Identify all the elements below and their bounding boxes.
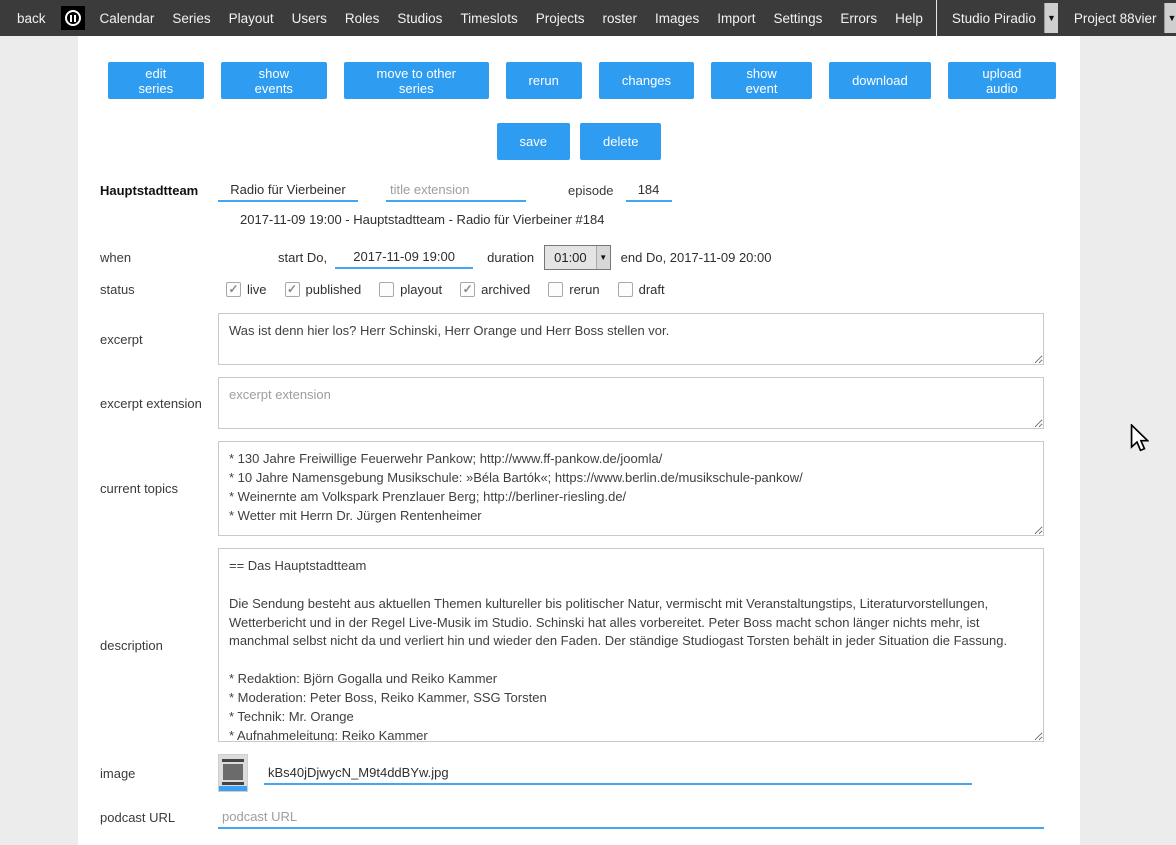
toolbar-row-save: save delete: [78, 123, 1080, 160]
checkbox-published[interactable]: ✓ published: [285, 282, 362, 297]
podcast-url-row: podcast URL: [78, 806, 1080, 829]
nav-timeslots[interactable]: Timeslots: [451, 11, 526, 26]
duration-label: duration: [487, 250, 534, 265]
save-button[interactable]: save: [497, 123, 570, 160]
current-topics-label: current topics: [78, 481, 218, 496]
excerpt-extension-label: excerpt extension: [78, 396, 218, 411]
download-button[interactable]: download: [829, 62, 931, 99]
episode-label: episode: [568, 183, 614, 198]
rerun-button[interactable]: rerun: [506, 62, 582, 99]
episode-summary-text: 2017-11-09 19:00 - Hauptstadtteam - Radi…: [240, 212, 604, 227]
end-datetime-text: end Do, 2017-11-09 20:00: [621, 250, 772, 265]
changes-button[interactable]: changes: [599, 62, 694, 99]
nav-calendar[interactable]: Calendar: [91, 11, 164, 26]
when-row: when start Do, duration 01:00 ▼ end Do, …: [78, 245, 1080, 270]
excerpt-textarea[interactable]: Was ist denn hier los? Herr Schinski, He…: [218, 313, 1044, 365]
checkbox-archived[interactable]: ✓ archived: [460, 282, 530, 297]
chevron-down-icon: ▼: [596, 246, 610, 269]
status-label: status: [78, 282, 218, 297]
show-events-button[interactable]: show events: [221, 62, 327, 99]
nav-studios[interactable]: Studios: [388, 11, 451, 26]
nav-settings[interactable]: Settings: [765, 11, 832, 26]
toolbar-row-main: edit series show events move to other se…: [108, 62, 1056, 99]
project-select[interactable]: Project 88vier ▼: [1068, 3, 1176, 33]
description-textarea[interactable]: == Das Hauptstadtteam Die Sendung besteh…: [218, 548, 1044, 742]
checkbox-icon: ✓: [460, 282, 475, 297]
podcast-url-input[interactable]: [218, 806, 1044, 829]
top-navbar: back Calendar Series Playout Users Roles…: [0, 0, 1176, 36]
show-event-button[interactable]: show event: [711, 62, 812, 99]
episode-input[interactable]: [626, 179, 672, 202]
checkbox-icon: ✓: [285, 282, 300, 297]
episode-editor-panel: edit series show events move to other se…: [78, 36, 1080, 845]
edit-series-button[interactable]: edit series: [108, 62, 204, 99]
current-topics-row: current topics * 130 Jahre Freiwillige F…: [78, 441, 1080, 536]
nav-playout[interactable]: Playout: [220, 11, 283, 26]
title-row: Hauptstadtteam episode: [78, 179, 1080, 202]
current-topics-textarea[interactable]: * 130 Jahre Freiwillige Feuerwehr Pankow…: [218, 441, 1044, 536]
nav-roles[interactable]: Roles: [336, 11, 389, 26]
image-row: image: [78, 754, 1080, 792]
series-name-label: Hauptstadtteam: [78, 183, 218, 198]
nav-series[interactable]: Series: [163, 11, 219, 26]
checkbox-icon: ✓: [226, 282, 241, 297]
description-label: description: [78, 638, 218, 653]
summary-row: 2017-11-09 19:00 - Hauptstadtteam - Radi…: [78, 212, 1080, 227]
start-datetime-input[interactable]: [335, 246, 473, 269]
nav-import[interactable]: Import: [708, 11, 764, 26]
checkbox-draft[interactable]: ✓ draft: [618, 282, 665, 297]
start-day-label: start Do,: [278, 250, 327, 265]
when-label: when: [78, 250, 218, 265]
checkbox-rerun[interactable]: ✓ rerun: [548, 282, 599, 297]
checkbox-live[interactable]: ✓ live: [226, 282, 267, 297]
nav-projects[interactable]: Projects: [527, 11, 594, 26]
duration-select[interactable]: 01:00 ▼: [544, 245, 611, 270]
title-extension-input[interactable]: [386, 179, 526, 202]
move-to-other-series-button[interactable]: move to other series: [344, 62, 489, 99]
checkbox-icon: ✓: [618, 282, 633, 297]
nav-separator: [936, 0, 937, 36]
excerpt-label: excerpt: [78, 332, 218, 347]
nav-back[interactable]: back: [8, 11, 55, 26]
studio-select[interactable]: Studio Piradio ▼: [946, 3, 1058, 33]
title-input[interactable]: [218, 179, 358, 202]
nav-users[interactable]: Users: [283, 11, 336, 26]
piradio-logo-icon[interactable]: [61, 6, 85, 30]
mouse-cursor-icon: [1130, 424, 1149, 455]
excerpt-row: excerpt Was ist denn hier los? Herr Schi…: [78, 313, 1080, 365]
checkbox-icon: ✓: [379, 282, 394, 297]
description-row: description == Das Hauptstadtteam Die Se…: [78, 548, 1080, 742]
episode-form: Hauptstadtteam episode 2017-11-09 19:00 …: [78, 179, 1080, 845]
podcast-url-label: podcast URL: [78, 810, 218, 825]
excerpt-extension-textarea[interactable]: [218, 377, 1044, 429]
nav-roster[interactable]: roster: [593, 11, 646, 26]
delete-button[interactable]: delete: [580, 123, 661, 160]
image-label: image: [78, 766, 218, 781]
nav-images[interactable]: Images: [646, 11, 708, 26]
image-filename-input[interactable]: [264, 762, 972, 785]
chevron-down-icon: ▼: [1044, 3, 1058, 33]
nav-errors[interactable]: Errors: [831, 11, 886, 26]
status-row: status ✓ live ✓ published ✓ playout ✓ ar…: [78, 282, 1080, 297]
episode-image-thumbnail[interactable]: [218, 754, 248, 792]
chevron-down-icon: ▼: [1164, 3, 1176, 33]
upload-audio-button[interactable]: upload audio: [948, 62, 1056, 99]
checkbox-icon: ✓: [548, 282, 563, 297]
excerpt-extension-row: excerpt extension: [78, 377, 1080, 429]
nav-help[interactable]: Help: [886, 11, 932, 26]
checkbox-playout[interactable]: ✓ playout: [379, 282, 442, 297]
